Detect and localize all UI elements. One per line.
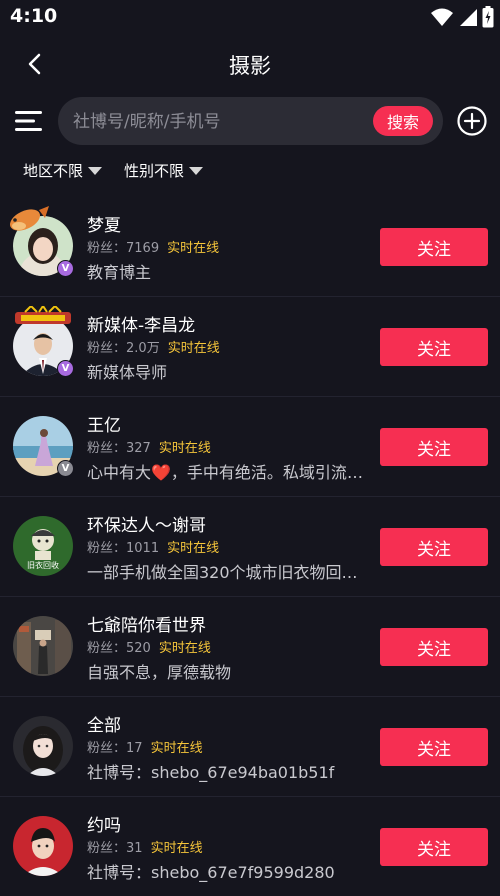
user-name[interactable]: 新媒体-李昌龙	[87, 311, 195, 336]
avatar[interactable]	[13, 816, 73, 876]
user-description: 一部手机做全国320个城市旧衣物回收…	[87, 563, 363, 582]
user-description: 社博号：shebo_67e94ba01b51f	[87, 763, 335, 782]
user-list: V 梦夏 粉丝：7169 实时在线 教育博主 关注 V 新媒体-李昌龙 粉丝：2…	[0, 197, 500, 896]
filter-gender-label: 性别不限	[124, 162, 185, 180]
verified-badge-icon: V	[57, 360, 74, 377]
filter-region-label: 地区不限	[23, 162, 84, 180]
fans-count: 粉丝：1011 实时在线	[87, 541, 220, 556]
battery-icon	[482, 6, 494, 28]
caret-down-icon	[88, 166, 103, 175]
avatar[interactable]: V	[10, 206, 74, 277]
status-icons	[430, 6, 494, 28]
user-description: 教育博主	[87, 263, 152, 282]
plus-circle-icon	[457, 106, 487, 136]
user-description: 心中有大❤️，手中有绝活。私域引流，…	[87, 463, 363, 482]
online-status: 实时在线	[158, 641, 211, 656]
user-name[interactable]: 梦夏	[87, 211, 121, 236]
crown-frame-decoration	[15, 306, 71, 324]
title-bar: 摄影	[0, 40, 500, 88]
online-status: 实时在线	[158, 441, 211, 456]
filter-bar: 地区不限 性别不限	[23, 160, 204, 181]
koi-frame-decoration	[10, 206, 49, 231]
wifi-icon	[431, 8, 453, 26]
verified-badge-icon: V	[57, 260, 74, 277]
status-bar: 4:10	[0, 0, 500, 34]
fans-count: 粉丝：327 实时在线	[87, 441, 211, 456]
online-status: 实时在线	[167, 241, 220, 256]
follow-button[interactable]: 关注	[380, 428, 488, 466]
user-name[interactable]: 环保达人～谢哥	[87, 511, 206, 536]
user-item[interactable]: 约吗 粉丝：31 实时在线 社博号：shebo_67e7f9599d280 关注	[0, 797, 500, 896]
follow-button[interactable]: 关注	[380, 728, 488, 766]
signal-icon	[460, 9, 477, 26]
online-status: 实时在线	[167, 341, 220, 356]
follow-button[interactable]: 关注	[380, 528, 488, 566]
fans-count: 粉丝：7169 实时在线	[87, 241, 220, 256]
user-item[interactable]: V 梦夏 粉丝：7169 实时在线 教育博主 关注	[0, 197, 500, 297]
verified-badge-icon: V	[57, 460, 74, 477]
menu-icon	[15, 111, 42, 131]
follow-button[interactable]: 关注	[380, 228, 488, 266]
user-item[interactable]: V 王亿 粉丝：327 实时在线 心中有大❤️，手中有绝活。私域引流，… 关注	[0, 397, 500, 497]
page-title: 摄影	[229, 54, 271, 78]
fans-count: 粉丝：17 实时在线	[87, 741, 203, 756]
status-time: 4:10	[10, 5, 58, 27]
add-button[interactable]	[456, 105, 488, 137]
filter-gender[interactable]: 性别不限	[124, 160, 204, 181]
fans-count: 粉丝：2.0万 实时在线	[87, 341, 220, 356]
caret-down-icon	[189, 166, 204, 175]
user-description: 自强不息，厚德载物	[87, 663, 232, 682]
search-box: 搜索	[58, 97, 443, 147]
follow-button[interactable]: 关注	[380, 628, 488, 666]
avatar[interactable]: 旧衣回收	[13, 516, 73, 576]
avatar[interactable]: V	[13, 416, 74, 477]
follow-button[interactable]: 关注	[380, 328, 488, 366]
follow-button[interactable]: 关注	[380, 828, 488, 866]
online-status: 实时在线	[150, 841, 203, 856]
search-row: 搜索	[0, 97, 500, 147]
search-button[interactable]: 搜索	[373, 106, 433, 136]
fans-count: 粉丝：31 实时在线	[87, 841, 203, 856]
fans-count: 粉丝：520 实时在线	[87, 641, 211, 656]
user-description: 社博号：shebo_67e7f9599d280	[87, 863, 335, 882]
search-input[interactable]	[71, 97, 365, 147]
avatar[interactable]	[13, 616, 73, 676]
menu-button[interactable]	[14, 106, 44, 136]
user-name[interactable]: 约吗	[87, 811, 121, 836]
user-item[interactable]: 旧衣回收 环保达人～谢哥 粉丝：1011 实时在线 一部手机做全国320个城市旧衣…	[0, 497, 500, 597]
online-status: 实时在线	[150, 741, 203, 756]
user-item[interactable]: V 新媒体-李昌龙 粉丝：2.0万 实时在线 新媒体导师 关注	[0, 297, 500, 397]
avatar[interactable]	[13, 716, 73, 776]
avatar[interactable]: V	[13, 306, 74, 377]
user-item[interactable]: 全部 粉丝：17 实时在线 社博号：shebo_67e94ba01b51f 关注	[0, 697, 500, 797]
user-name[interactable]: 七爺陪你看世界	[87, 611, 206, 636]
user-item[interactable]: 七爺陪你看世界 粉丝：520 实时在线 自强不息，厚德载物 关注	[0, 597, 500, 697]
user-description: 新媒体导师	[87, 363, 168, 382]
user-name[interactable]: 全部	[87, 711, 121, 736]
avatar-logo-text: 旧衣回收	[27, 560, 59, 570]
filter-region[interactable]: 地区不限	[23, 160, 103, 181]
user-name[interactable]: 王亿	[87, 411, 121, 436]
online-status: 实时在线	[167, 541, 220, 556]
